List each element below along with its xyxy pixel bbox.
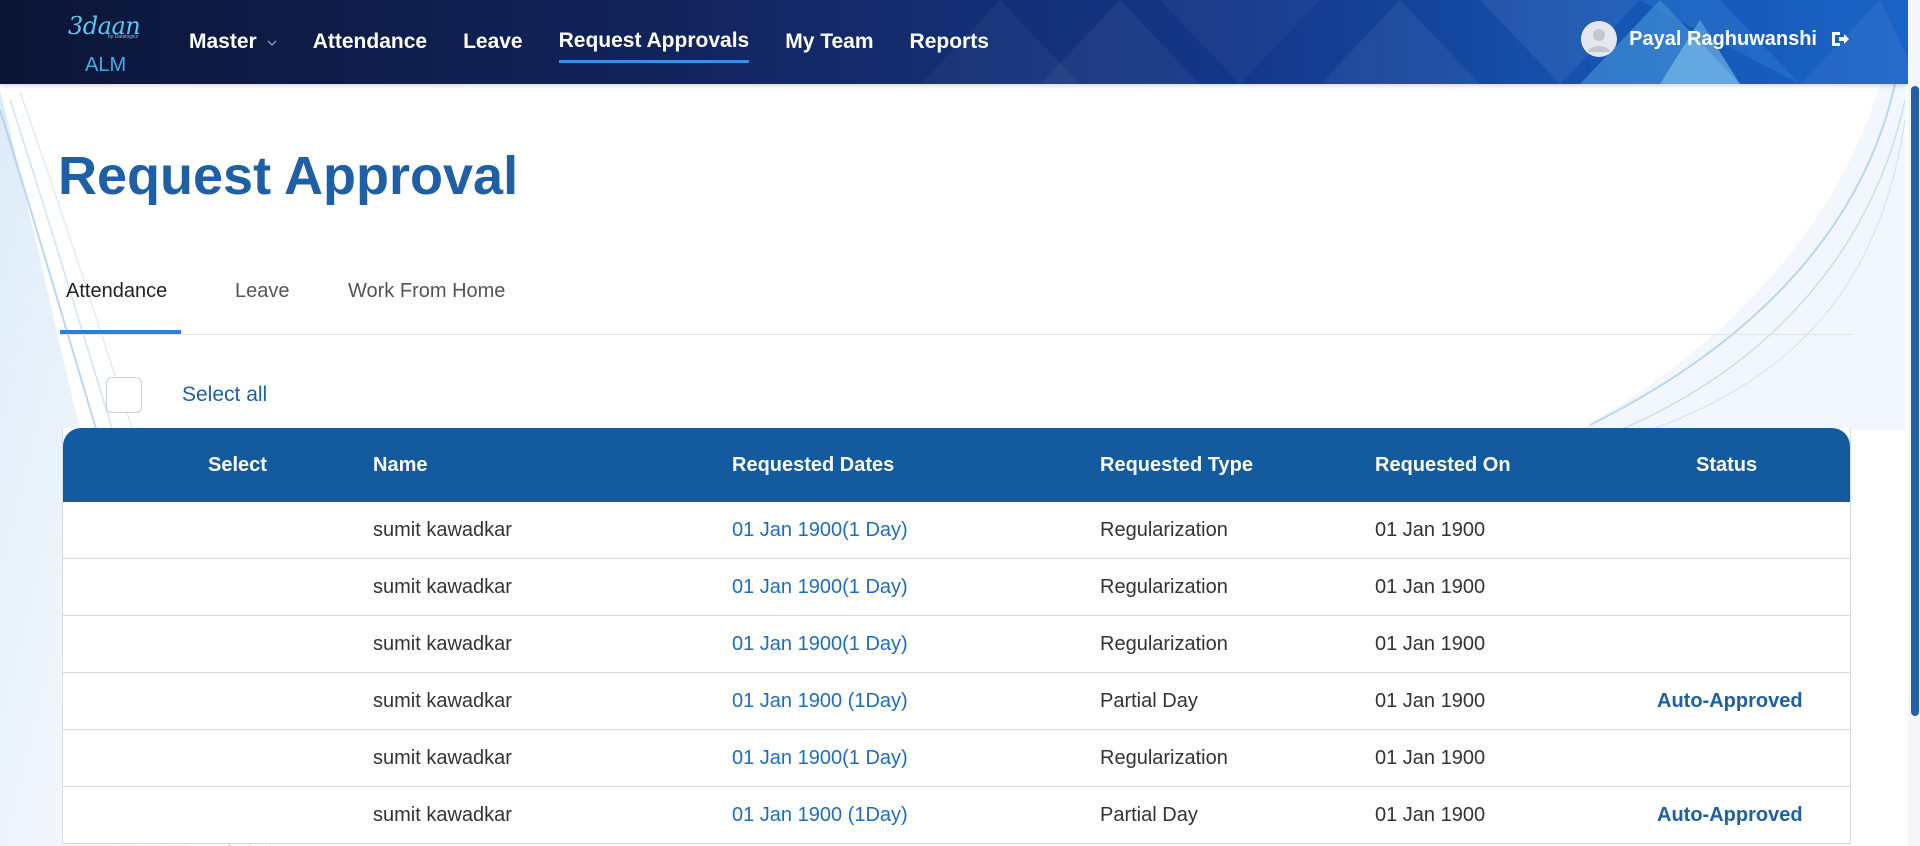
user-name: Payal Raghuwanshi	[1629, 27, 1817, 50]
table-row[interactable]: sumit kawadkar 01 Jan 1900(1 Day) Regula…	[63, 502, 1850, 559]
column-header-requested-on: Requested On	[1375, 454, 1511, 476]
cell-name: sumit kawadkar	[373, 690, 512, 712]
select-all-row: Select all	[106, 377, 267, 413]
column-header-requested-dates: Requested Dates	[732, 454, 895, 476]
cell-requested-on: 01 Jan 1900	[1375, 747, 1486, 769]
table-row[interactable]: sumit kawadkar 01 Jan 1900(1 Day) Regula…	[63, 730, 1850, 787]
cell-requested-type: Partial Day	[1100, 690, 1198, 712]
tab-leave[interactable]: Leave	[235, 280, 290, 303]
cell-status[interactable]: Auto-Approved	[1657, 787, 1803, 843]
main-nav: Master Attendance Leave Request Approval…	[189, 0, 1025, 84]
column-header-select: Select	[208, 454, 267, 476]
table-row[interactable]: sumit kawadkar 01 Jan 1900(1 Day) Regula…	[63, 559, 1850, 616]
table-row[interactable]: sumit kawadkar 01 Jan 1900 (1Day) Partia…	[63, 787, 1850, 844]
cell-status[interactable]: Auto-Approved	[1657, 673, 1803, 729]
cell-requested-on: 01 Jan 1900	[1375, 519, 1486, 541]
nav-item-my-team-label: My Team	[785, 30, 874, 53]
table-row[interactable]: sumit kawadkar 01 Jan 1900(1 Day) Regula…	[63, 616, 1850, 673]
cell-requested-type: Partial Day	[1100, 804, 1198, 826]
nav-item-master[interactable]: Master	[189, 22, 277, 62]
cell-requested-type: Regularization	[1100, 633, 1228, 655]
brand-logo[interactable]: 3daan by Datalogics ALM	[68, 10, 158, 76]
active-tab-indicator	[60, 330, 181, 334]
nav-item-request-approvals[interactable]: Request Approvals	[558, 22, 750, 63]
nav-item-reports[interactable]: Reports	[910, 22, 989, 62]
cell-requested-on: 01 Jan 1900	[1375, 576, 1486, 598]
logout-icon[interactable]	[1829, 28, 1851, 50]
page-scrollbar[interactable]	[1908, 0, 1920, 846]
scrollbar-thumb[interactable]	[1911, 86, 1919, 716]
user-menu[interactable]: Payal Raghuwanshi	[1581, 20, 1851, 58]
table-header: Select Name Requested Dates Requested Ty…	[63, 428, 1850, 502]
column-header-status: Status	[1696, 454, 1758, 476]
cell-requested-type: Regularization	[1100, 576, 1228, 598]
approval-tabs: Attendance Leave Work From Home	[60, 270, 1852, 335]
column-header-requested-type: Requested Type	[1100, 454, 1253, 476]
cell-requested-dates[interactable]: 01 Jan 1900(1 Day)	[732, 502, 908, 558]
nav-item-my-team[interactable]: My Team	[785, 22, 873, 62]
column-header-name: Name	[373, 454, 428, 476]
nav-item-reports-label: Reports	[909, 30, 989, 53]
cell-name: sumit kawadkar	[373, 804, 512, 826]
chevron-down-icon	[267, 40, 277, 46]
cell-requested-type: Regularization	[1100, 519, 1228, 541]
top-navbar: 3daan by Datalogics ALM Master Attendanc…	[0, 0, 1920, 84]
cell-requested-dates[interactable]: 01 Jan 1900(1 Day)	[732, 616, 908, 672]
cell-name: sumit kawadkar	[373, 633, 512, 655]
tab-attendance[interactable]: Attendance	[66, 280, 167, 303]
cell-requested-type: Regularization	[1100, 747, 1228, 769]
cell-requested-on: 01 Jan 1900	[1375, 804, 1486, 826]
requests-table: Select Name Requested Dates Requested Ty…	[62, 428, 1851, 844]
cell-requested-dates[interactable]: 01 Jan 1900 (1Day)	[732, 787, 908, 843]
cell-requested-on: 01 Jan 1900	[1375, 633, 1486, 655]
tab-work-from-home[interactable]: Work From Home	[348, 280, 505, 303]
cell-requested-dates[interactable]: 01 Jan 1900(1 Day)	[732, 559, 908, 615]
cell-requested-dates[interactable]: 01 Jan 1900 (1Day)	[732, 673, 908, 729]
page-title: Request Approval	[58, 146, 519, 206]
logo-alm-text: ALM	[85, 54, 127, 76]
logo-subtext: by Datalogics	[108, 34, 139, 40]
nav-item-attendance-label: Attendance	[312, 30, 428, 53]
nav-item-attendance[interactable]: Attendance	[313, 22, 427, 62]
cell-name: sumit kawadkar	[373, 576, 512, 598]
cell-name: sumit kawadkar	[373, 747, 512, 769]
cell-requested-on: 01 Jan 1900	[1375, 690, 1486, 712]
nav-item-request-approvals-label: Request Approvals	[558, 28, 750, 52]
user-avatar-icon[interactable]	[1581, 21, 1618, 57]
nav-item-leave-label: Leave	[463, 30, 523, 53]
nav-item-master-label: Master	[189, 30, 257, 53]
nav-item-leave[interactable]: Leave	[463, 22, 523, 62]
table-row[interactable]: sumit kawadkar 01 Jan 1900 (1Day) Partia…	[63, 673, 1850, 730]
cell-requested-dates[interactable]: 01 Jan 1900(1 Day)	[732, 730, 908, 786]
cell-name: sumit kawadkar	[373, 519, 512, 541]
select-all-checkbox[interactable]	[106, 377, 142, 413]
select-all-label[interactable]: Select all	[182, 383, 267, 407]
